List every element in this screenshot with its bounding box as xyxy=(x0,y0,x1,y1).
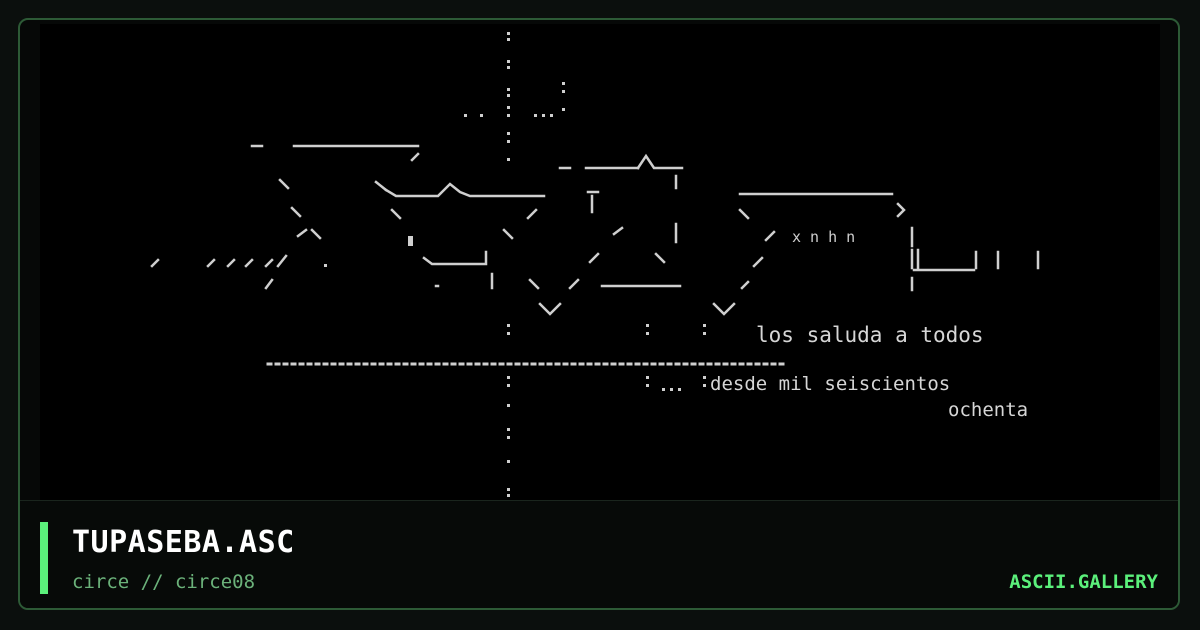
art-title: TUPASEBA.ASC xyxy=(72,525,295,560)
ascii-art: x n h n los saluda a todos desde mil sei… xyxy=(150,32,1040,497)
right-glyphs: x n h n xyxy=(792,228,855,246)
site-brand[interactable]: ASCII.GALLERY xyxy=(1009,571,1158,593)
card-footer: TUPASEBA.ASC circe // circe08 ASCII.GALL… xyxy=(20,500,1178,608)
art-text-line1: los saluda a todos xyxy=(756,323,984,347)
art-text-line3: ochenta xyxy=(948,399,1028,421)
accent-bar xyxy=(40,522,48,594)
art-text-line2: desde mil seiscientos xyxy=(710,373,950,395)
artist-credit: circe // circe08 xyxy=(72,571,256,593)
card-frame: x n h n los saluda a todos desde mil sei… xyxy=(18,18,1180,610)
ascii-art-panel: x n h n los saluda a todos desde mil sei… xyxy=(40,24,1160,502)
vertical-dots xyxy=(464,32,706,497)
